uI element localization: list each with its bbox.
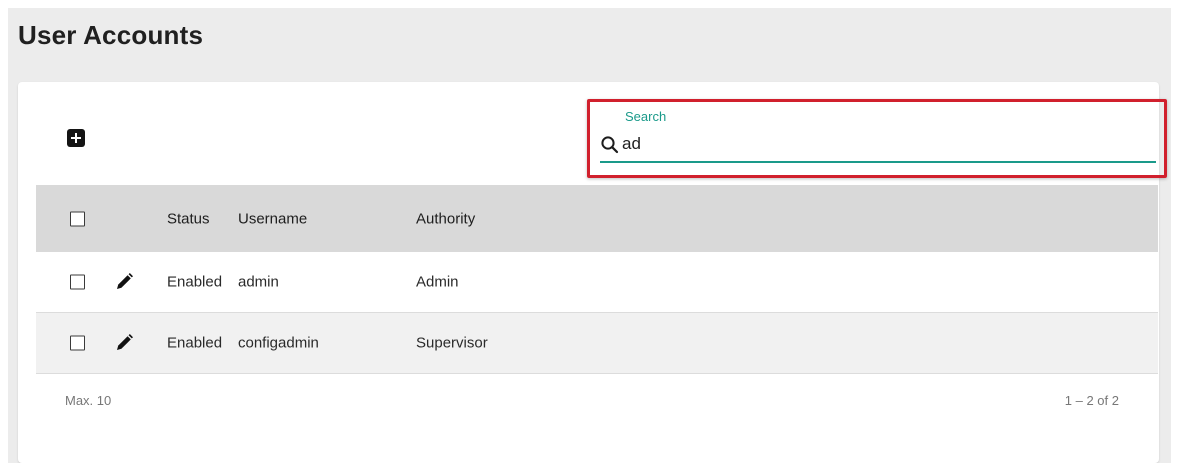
- table-row: Enabled admin Admin: [36, 252, 1158, 313]
- search-icon: [601, 136, 619, 154]
- users-table: Status Username Authority Enabled admin …: [36, 185, 1158, 374]
- column-header-authority[interactable]: Authority: [416, 210, 475, 227]
- pagination-range: 1 – 2 of 2: [1064, 393, 1119, 408]
- max-accounts-label: Max. 10: [65, 393, 112, 408]
- cell-status: Enabled: [167, 334, 223, 352]
- column-header-username[interactable]: Username: [238, 210, 307, 227]
- page-title: User Accounts: [18, 20, 204, 50]
- search-label: Search: [625, 109, 667, 124]
- table-header-row: Status Username Authority: [36, 185, 1158, 252]
- row-checkbox[interactable]: [70, 274, 85, 290]
- edit-icon[interactable]: [114, 272, 134, 292]
- search-field[interactable]: Search: [596, 108, 1156, 168]
- cell-status: Enabled: [167, 273, 223, 291]
- search-underline: [600, 161, 1156, 163]
- cell-username: admin: [238, 273, 279, 291]
- table-row: Enabled configadmin Supervisor: [36, 313, 1158, 374]
- user-accounts-card: Search Status Username Authority: [18, 82, 1167, 463]
- cell-authority: Supervisor: [416, 334, 488, 352]
- add-user-button[interactable]: [67, 129, 85, 147]
- cell-authority: Admin: [416, 273, 459, 291]
- row-checkbox[interactable]: [70, 335, 85, 351]
- search-input[interactable]: [622, 130, 1142, 158]
- column-header-status[interactable]: Status: [167, 210, 210, 227]
- edit-icon[interactable]: [114, 333, 134, 353]
- cell-username: configadmin: [238, 334, 319, 352]
- page-container: User Accounts Search Status Username Aut…: [8, 8, 1171, 463]
- select-all-checkbox[interactable]: [70, 211, 85, 226]
